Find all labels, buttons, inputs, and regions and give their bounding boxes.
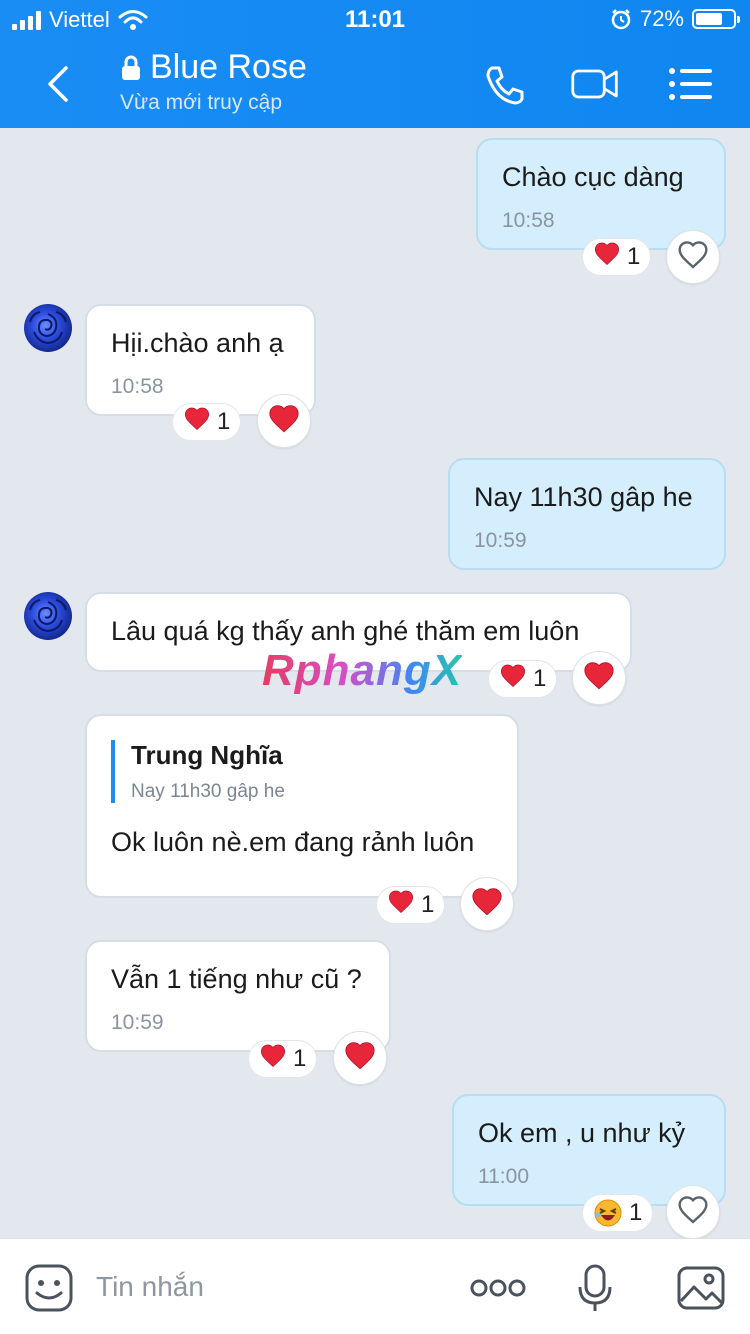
quote-author: Trung Nghĩa xyxy=(131,740,283,770)
message-bubble-sent[interactable]: Nay 11h30 gâp he 10:59 xyxy=(448,458,726,570)
contact-info[interactable]: Blue Rose Vừa mới truy cập xyxy=(120,48,307,115)
back-icon[interactable] xyxy=(40,62,80,106)
reaction-count: 1 xyxy=(629,1199,643,1226)
status-right: 72% xyxy=(610,6,740,32)
menu-list-icon[interactable] xyxy=(666,62,716,106)
avatar[interactable] xyxy=(24,592,72,640)
react-button[interactable] xyxy=(572,651,626,705)
message-time: 10:58 xyxy=(502,209,555,232)
reaction-summary[interactable]: 1 xyxy=(248,1040,318,1078)
message-composer: Tin nhắn xyxy=(0,1238,750,1334)
heart-icon xyxy=(387,888,415,923)
blue-rose-avatar-icon xyxy=(24,599,72,640)
message-time: 10:59 xyxy=(111,1011,164,1034)
battery-icon xyxy=(692,9,740,29)
heart-icon xyxy=(267,402,301,441)
reaction-summary[interactable]: 1 xyxy=(376,886,446,924)
message-text: Vẫn 1 tiếng như cũ ? xyxy=(111,964,362,994)
blue-rose-avatar-icon xyxy=(24,311,72,352)
heart-icon xyxy=(183,405,211,440)
heart-icon xyxy=(259,1042,287,1077)
heart-icon xyxy=(499,662,527,697)
reaction-count: 1 xyxy=(421,891,435,918)
message-text: Ok luôn nè.em đang rảnh luôn xyxy=(111,827,475,857)
battery-percent: 72% xyxy=(639,6,684,31)
heart-icon xyxy=(470,885,504,924)
reaction-count: 1 xyxy=(533,665,547,692)
message-bubble-reply[interactable]: Trung Nghĩa Nay 11h30 gâp he Ok luôn nè.… xyxy=(85,714,519,898)
more-options-icon[interactable] xyxy=(470,1263,526,1313)
laughing-emoji-icon xyxy=(594,1199,622,1227)
status-bar: Viettel 11:01 72% xyxy=(0,0,750,40)
video-call-icon[interactable] xyxy=(570,62,620,106)
message-text: Nay 11h30 gâp he xyxy=(474,482,693,512)
heart-icon xyxy=(582,659,616,698)
avatar[interactable] xyxy=(24,304,72,352)
quoted-message[interactable]: Trung Nghĩa Nay 11h30 gâp he xyxy=(111,740,493,803)
message-time: 11:00 xyxy=(478,1165,529,1188)
watermark-logo: RphangX xyxy=(262,646,463,695)
heart-outline-icon xyxy=(677,239,709,276)
message-text: Hịi.chào anh ạ xyxy=(111,328,284,358)
lock-icon xyxy=(122,55,140,80)
reaction-count: 1 xyxy=(217,408,231,435)
contact-name: Blue Rose xyxy=(150,48,307,86)
reaction-summary[interactable]: 1 xyxy=(172,403,242,441)
quote-text: Nay 11h30 gâp he xyxy=(131,781,285,802)
message-text: Chào cục dàng xyxy=(502,162,684,192)
sticker-emoji-icon[interactable] xyxy=(24,1263,74,1313)
message-input[interactable]: Tin nhắn xyxy=(96,1271,204,1303)
contact-status: Vừa mới truy cập xyxy=(120,91,283,114)
reaction-summary[interactable]: 1 xyxy=(582,1194,654,1232)
reaction-summary[interactable]: 1 xyxy=(582,238,652,276)
reaction-summary[interactable]: 1 xyxy=(488,660,558,698)
react-button[interactable] xyxy=(257,394,311,448)
reaction-count: 1 xyxy=(627,243,641,270)
react-button[interactable] xyxy=(666,230,720,284)
phone-call-icon[interactable] xyxy=(480,62,530,106)
image-gallery-icon[interactable] xyxy=(676,1263,726,1313)
heart-outline-icon xyxy=(677,1194,709,1231)
react-button[interactable] xyxy=(333,1031,387,1085)
heart-icon xyxy=(593,240,621,275)
chat-header: Viettel 11:01 72% Blue Rose Vừa mới truy… xyxy=(0,0,750,128)
react-button[interactable] xyxy=(666,1185,720,1239)
message-text: Lâu quá kg thấy anh ghé thăm em luôn xyxy=(111,616,580,646)
heart-icon xyxy=(343,1039,377,1078)
message-text: Ok em , u như kỷ xyxy=(478,1118,686,1148)
microphone-icon[interactable] xyxy=(570,1263,620,1313)
reaction-count: 1 xyxy=(293,1045,307,1072)
message-time: 10:59 xyxy=(474,529,527,552)
react-button[interactable] xyxy=(460,877,514,931)
message-time: 10:58 xyxy=(111,375,164,398)
alarm-icon xyxy=(611,9,631,30)
